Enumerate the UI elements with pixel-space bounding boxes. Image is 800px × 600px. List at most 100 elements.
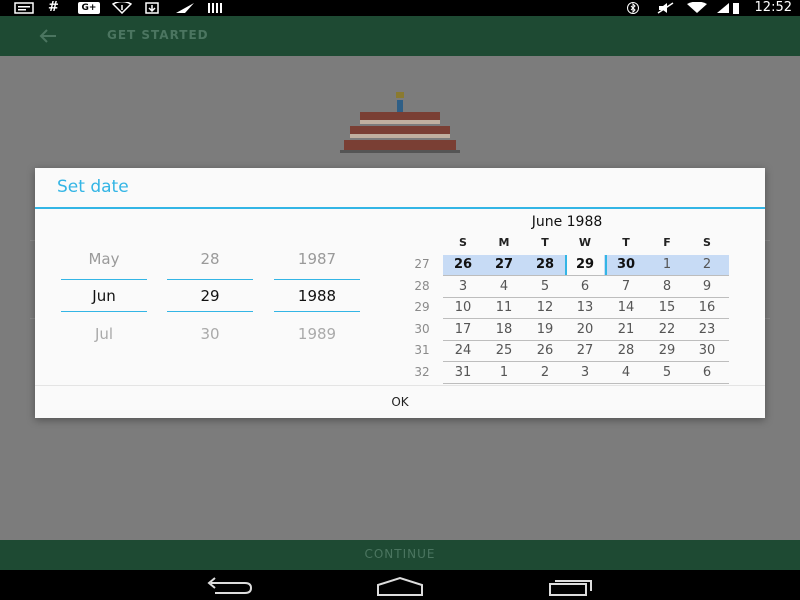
calendar-day[interactable]: 13 [565,300,605,315]
calendar-day[interactable]: 3 [443,279,483,294]
spinner-line [61,279,147,280]
calendar-day[interactable]: 4 [484,279,524,294]
week-separator [443,275,729,276]
calendar-day[interactable]: 12 [525,300,565,315]
week-number: 31 [414,343,430,357]
week-number: 29 [414,300,430,314]
calendar-day[interactable]: 14 [606,300,646,315]
week-number: 27 [414,257,430,271]
recent-apps-icon[interactable] [547,575,597,597]
calendar-day[interactable]: 16 [687,300,727,315]
calendar-day[interactable]: 6 [687,365,727,380]
week-separator [443,318,729,319]
calendar-day[interactable]: 2 [687,257,727,272]
calendar-day[interactable]: 1 [647,257,687,272]
year-spinner[interactable]: 1987 1988 1989 [274,240,360,350]
spinner-line [274,279,360,280]
birthday-cake-icon [340,92,460,153]
calendar-day[interactable]: 31 [443,365,483,380]
week-number: 32 [414,364,430,379]
cell-signal-icon [717,3,729,13]
dialog-title: Set date [57,177,129,197]
home-icon[interactable] [375,575,425,597]
calendar-day[interactable]: 19 [525,322,565,337]
calendar-day[interactable]: 26 [443,257,483,272]
month-current[interactable]: Jun [61,287,147,305]
title-divider [35,207,765,209]
calendar-day[interactable]: 2 [525,365,565,380]
day-current[interactable]: 29 [167,287,253,305]
calendar-day[interactable]: 8 [647,279,687,294]
calendar-day[interactable]: 9 [687,279,727,294]
weekday-header: T [622,236,630,249]
calendar-day[interactable]: 29 [565,257,605,272]
calendar-day[interactable]: 24 [443,343,483,358]
continue-button[interactable]: CONTINUE [0,540,800,570]
back-arrow-icon[interactable] [36,24,60,48]
barcode-icon [208,3,222,13]
calendar-day[interactable]: 21 [606,322,646,337]
day-prev[interactable]: 28 [167,250,253,268]
week-number: 30 [414,321,430,336]
calendar-day[interactable]: 28 [606,343,646,358]
google-plus-icon: G+ [78,2,100,14]
calendar-day[interactable]: 3 [565,365,605,380]
calendar-day[interactable]: 30 [606,257,646,272]
hash-icon: # [48,0,59,15]
spinner-line [167,311,253,312]
calendar-month-title: June 1988 [531,214,603,230]
back-icon[interactable] [205,575,255,597]
calendar-day[interactable]: 4 [606,365,646,380]
week-number: 28 [414,278,430,293]
calendar-day[interactable]: 23 [687,322,727,337]
app-bar: GET STARTED [0,16,800,56]
calendar-day[interactable]: 26 [525,343,565,358]
weekday-header: W [578,236,592,249]
day-next[interactable]: 30 [167,325,253,343]
week-separator [443,339,729,341]
ok-button[interactable]: OK [35,386,765,418]
calendar-view[interactable]: June 1988 S M T W T F S 27 26 27 28 29 30 1 2 28 3 4 5 6 7 8 9… [403,214,731,386]
calendar-day[interactable]: 18 [484,322,524,337]
share-icon [176,3,194,13]
wifi-icon [687,2,707,13]
calendar-day[interactable]: 17 [443,322,483,337]
day-spinner[interactable]: 28 29 30 [167,240,253,350]
calendar-day[interactable]: 22 [647,322,687,337]
battery-icon [733,3,739,14]
calendar-day[interactable]: 30 [687,343,727,358]
calendar-day[interactable]: 27 [565,343,605,358]
week-separator [443,296,729,298]
spinner-line [61,311,147,312]
weekday-header: S [459,236,467,249]
month-prev[interactable]: May [61,250,147,268]
calendar-day[interactable]: 7 [606,279,646,294]
calendar-day[interactable]: 20 [565,322,605,337]
calendar-day[interactable]: 5 [647,365,687,380]
month-next[interactable]: Jul [61,325,147,343]
year-next[interactable]: 1989 [274,325,360,343]
year-prev[interactable]: 1987 [274,250,360,268]
calendar-day[interactable]: 1 [484,365,524,380]
calendar-day[interactable]: 15 [647,300,687,315]
calendar-day[interactable]: 27 [484,257,524,272]
weekday-header: M [498,236,510,249]
continue-label: CONTINUE [364,547,436,561]
month-spinner[interactable]: May Jun Jul [61,240,147,350]
clock: 12:52 [754,0,792,15]
status-bar: # G+ 12:52 [0,0,800,16]
signal-icon [112,2,132,14]
calendar-day[interactable]: 29 [647,343,687,358]
calendar-day[interactable]: 6 [565,279,605,294]
calendar-day[interactable]: 5 [525,279,565,294]
calendar-day[interactable]: 11 [484,300,524,315]
spinner-line [274,311,360,312]
calendar-day[interactable]: 25 [484,343,524,358]
calendar-day[interactable]: 28 [525,257,565,272]
calendar-day[interactable]: 10 [443,300,483,315]
download-icon [145,2,159,14]
year-current[interactable]: 1988 [274,287,360,305]
android-screen: # G+ 12:52 GET STARTED CONTINUE Set date… [0,0,800,600]
spinner-line [167,279,253,280]
weekday-header: T [541,236,549,249]
